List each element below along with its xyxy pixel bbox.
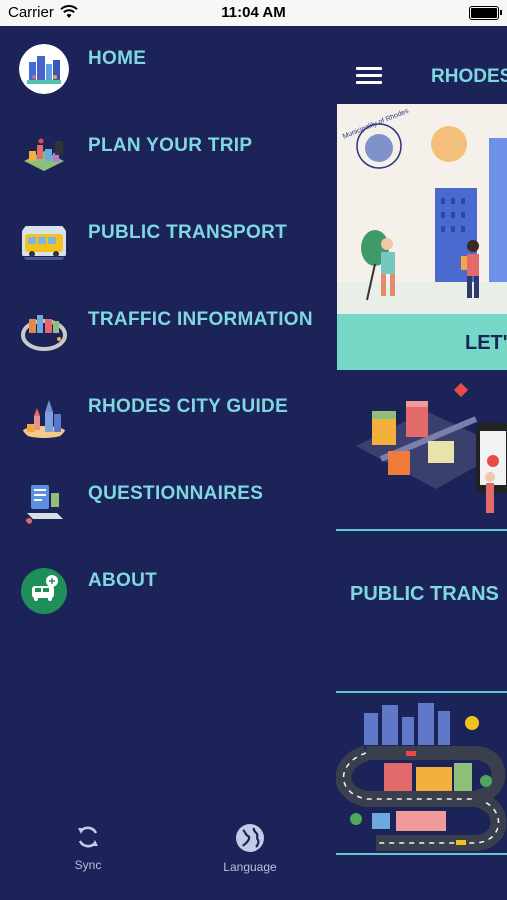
drawer-item-label: PUBLIC TRANSPORT: [88, 222, 288, 243]
navigation-drawer: HOME PLAN YOUR TRIP PUBLIC TRANSPORT TRA…: [0, 26, 336, 900]
city-guide-icon: [22, 400, 66, 438]
sync-label: Sync: [74, 858, 102, 872]
language-button[interactable]: Language: [205, 822, 295, 874]
home-icon: [19, 44, 69, 94]
drawer-item-rhodes-city-guide[interactable]: RHODES CITY GUIDE: [0, 392, 336, 452]
traffic-icon: [21, 315, 67, 351]
plan-trip-illustration: [356, 382, 507, 513]
hero-illustration: Municipality of Rhodes: [337, 107, 507, 314]
hero-cta-text: LET': [465, 332, 507, 354]
drawer-item-label: HOME: [88, 48, 147, 69]
top-bar: RHODES: [336, 26, 507, 104]
traffic-card[interactable]: [336, 693, 507, 853]
status-bar: Carrier 11:04 AM: [0, 0, 507, 26]
drawer-item-label: ABOUT: [88, 570, 158, 591]
hero-banner[interactable]: Municipality of Rhodes LET': [337, 104, 507, 370]
about-icon: [21, 568, 67, 614]
questionnaire-icon: [26, 485, 63, 524]
drawer-item-label: PLAN YOUR TRIP: [88, 135, 253, 156]
drawer-item-public-transport[interactable]: PUBLIC TRANSPORT: [0, 218, 336, 278]
menu-icon[interactable]: [356, 67, 382, 85]
section-divider: [336, 853, 507, 855]
plan-trip-card[interactable]: [336, 371, 507, 528]
sync-button[interactable]: Sync: [43, 822, 133, 872]
battery-icon: [469, 6, 499, 20]
drawer-footer: Sync Language: [0, 810, 336, 900]
bus-icon: [22, 226, 66, 260]
app-title: RHODES: [431, 66, 507, 87]
drawer-item-label: TRAFFIC INFORMATION: [88, 309, 313, 330]
globe-icon: [236, 824, 264, 852]
drawer-item-questionnaires[interactable]: QUESTIONNAIRES: [0, 479, 336, 539]
hero-cta-band: LET': [337, 314, 507, 370]
plan-trip-icon: [24, 138, 64, 171]
public-transport-title: PUBLIC TRANS: [350, 583, 499, 605]
sync-icon: [78, 826, 98, 848]
main-content: RHODES Municipality of Rhodes LET' PUBLI…: [336, 26, 507, 900]
drawer-item-home[interactable]: HOME: [0, 44, 336, 104]
drawer-item-label: RHODES CITY GUIDE: [88, 396, 289, 417]
drawer-item-traffic-information[interactable]: TRAFFIC INFORMATION: [0, 305, 336, 365]
drawer-item-plan-your-trip[interactable]: PLAN YOUR TRIP: [0, 131, 336, 191]
public-transport-card[interactable]: PUBLIC TRANS: [336, 531, 507, 691]
drawer-item-label: QUESTIONNAIRES: [88, 483, 264, 504]
language-label: Language: [223, 860, 277, 874]
status-time: 11:04 AM: [221, 4, 286, 21]
traffic-illustration: [336, 703, 507, 851]
drawer-item-about[interactable]: ABOUT: [0, 566, 336, 626]
